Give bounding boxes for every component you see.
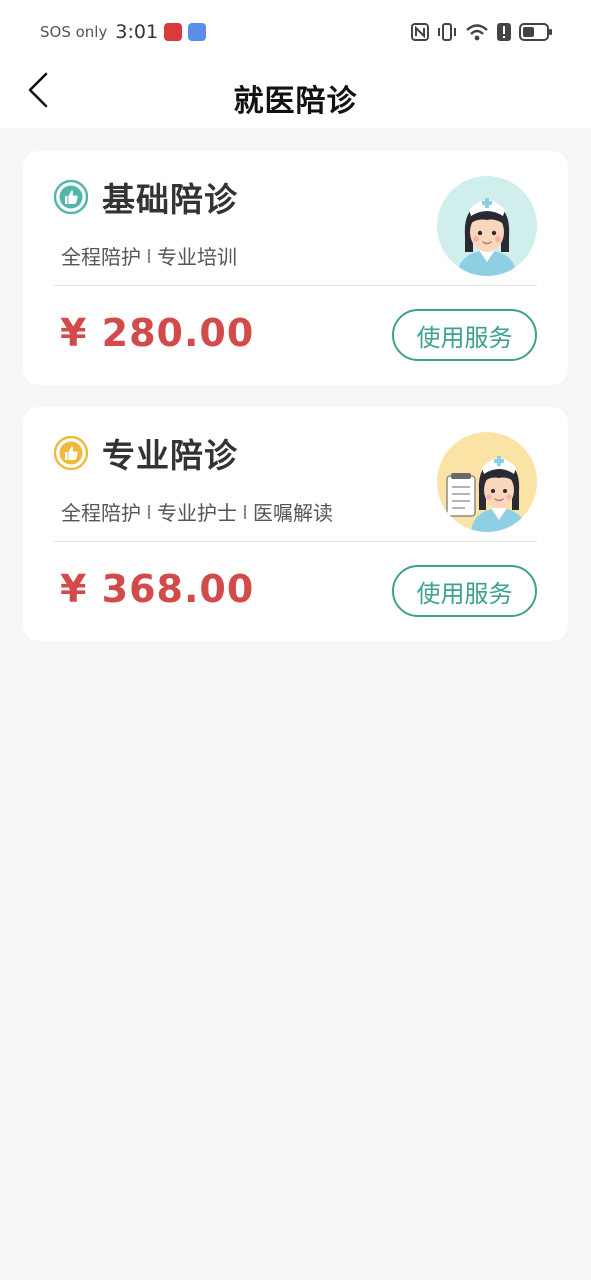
service-card-professional: 专业陪诊 全程陪护 专业护士 医嘱解读 ¥ 368.00 使用服务 — [23, 407, 568, 641]
nurse-avatar — [437, 176, 537, 276]
divider — [54, 541, 537, 542]
service-card-basic: 基础陪诊 全程陪护 专业培训 ¥ 280.00 使用服务 — [23, 151, 568, 385]
wifi-icon — [466, 24, 488, 41]
nurse-avatar — [437, 432, 537, 532]
status-bar: SOS only 3:01 — [0, 0, 591, 64]
tag-divider — [244, 504, 246, 519]
app-notification-icon — [188, 23, 207, 41]
service-title: 专业陪诊 — [102, 436, 238, 475]
status-left: SOS only 3:01 — [40, 21, 207, 43]
service-price: ¥ 280.00 — [60, 311, 255, 355]
service-title: 基础陪诊 — [102, 180, 238, 219]
service-tag: 专业培训 — [157, 245, 237, 269]
page-title: 就医陪诊 — [233, 84, 358, 119]
thumbs-up-icon — [54, 436, 88, 470]
app-notification-icon — [164, 23, 183, 41]
service-tag: 医嘱解读 — [253, 501, 333, 525]
tag-divider — [148, 248, 150, 263]
nfc-icon — [411, 23, 429, 41]
use-service-button[interactable]: 使用服务 — [392, 565, 537, 617]
tag-divider — [148, 504, 150, 519]
use-service-button[interactable]: 使用服务 — [392, 309, 537, 361]
alert-icon — [497, 23, 511, 41]
clock: 3:01 — [115, 21, 159, 43]
navigation-header: 就医陪诊 — [0, 64, 591, 128]
divider — [54, 285, 537, 286]
service-tag: 专业护士 — [157, 501, 237, 525]
status-right — [411, 22, 553, 42]
thumbs-up-icon — [54, 180, 88, 214]
service-tag: 全程陪护 — [61, 501, 141, 525]
service-tags: 全程陪护 专业培训 — [61, 241, 237, 270]
service-tags: 全程陪护 专业护士 医嘱解读 — [61, 497, 333, 526]
battery-icon — [519, 23, 552, 41]
vibrate-icon — [438, 23, 456, 41]
service-price: ¥ 368.00 — [60, 567, 255, 611]
carrier-text: SOS only — [40, 23, 108, 41]
service-tag: 全程陪护 — [61, 245, 141, 269]
